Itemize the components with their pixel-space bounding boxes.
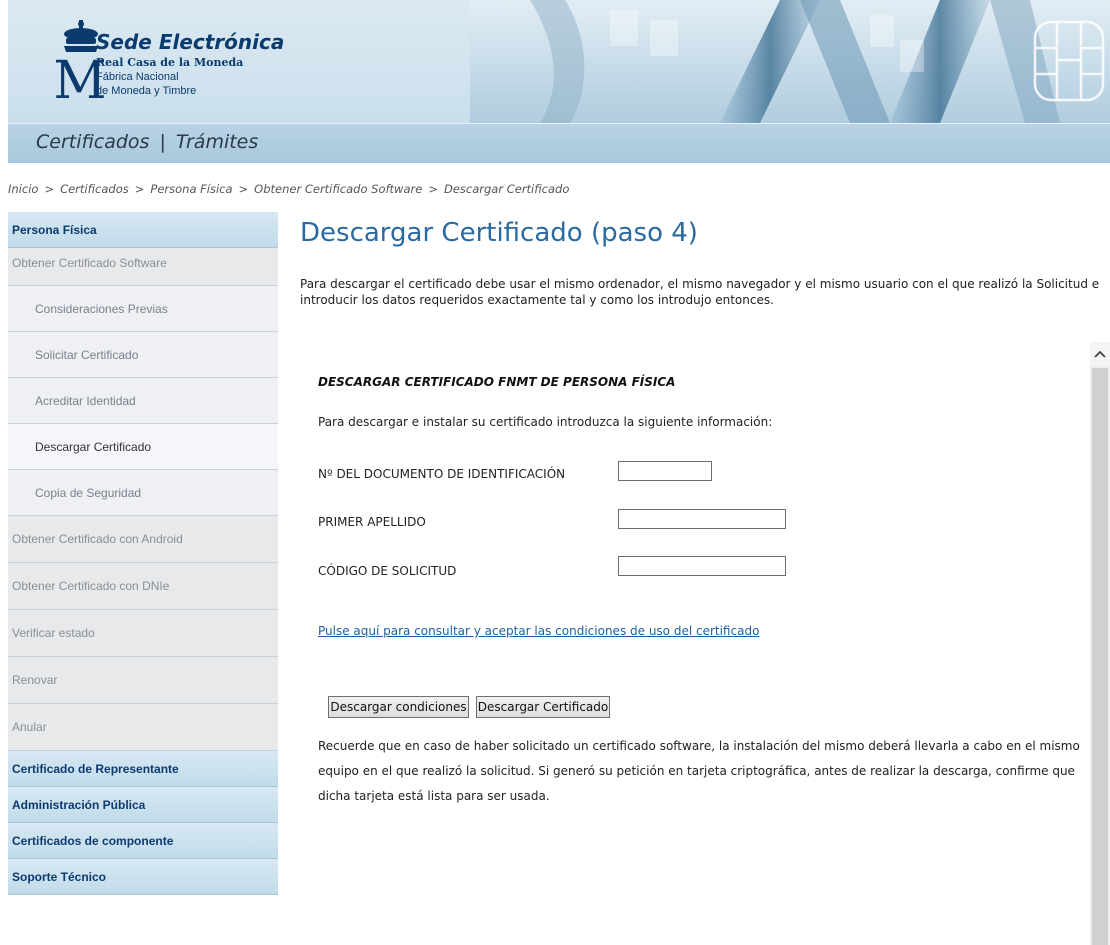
crown-icon [64,20,98,52]
form-heading: DESCARGAR CERTIFICADO FNMT DE PERSONA FÍ… [318,375,676,389]
sidebar-item-obtener-software[interactable]: Obtener Certificado Software [8,248,278,286]
sidebar-item-solicitar-certificado[interactable]: Solicitar Certificado [8,332,278,378]
breadcrumb-item-certificados[interactable]: Certificados [60,182,129,196]
brand-subtitle-2: Fábrica Nacional [96,71,179,83]
breadcrumb-separator: > [44,182,55,196]
scroll-thumb[interactable] [1092,368,1108,945]
intro-text: Para descargar el certificado debe usar … [300,277,1100,307]
brand-subtitle-3: de Moneda y Timbre [96,85,197,97]
request-code-label: CÓDIGO DE SOLICITUD [318,564,457,578]
breadcrumb-separator: > [238,182,249,196]
sidebar-nav: Persona Física Obtener Certificado Softw… [8,212,278,895]
first-surname-label: PRIMER APELLIDO [318,515,426,529]
conditions-link[interactable]: Pulse aquí para consultar y aceptar las … [318,624,759,638]
nav-certificados-link[interactable]: Certificados [36,131,149,153]
sidebar-item-persona-fisica[interactable]: Persona Física [8,212,278,248]
sidebar-item-soporte-tecnico[interactable]: Soporte Técnico [8,859,278,895]
chevron-up-icon [1094,350,1106,358]
installation-note: Recuerde que en caso de haber solicitado… [318,739,1080,803]
sidebar-item-certificado-representante[interactable]: Certificado de Representante [8,751,278,787]
sidebar-item-renovar[interactable]: Renovar [8,657,278,704]
sidebar-item-verificar-estado[interactable]: Verificar estado [8,610,278,657]
sidebar-item-obtener-android[interactable]: Obtener Certificado con Android [8,516,278,563]
sidebar-item-certificados-componente[interactable]: Certificados de componente [8,823,278,859]
breadcrumb-separator: > [134,182,145,196]
page-title: Descargar Certificado (paso 4) [300,218,698,248]
sidebar-item-obtener-dnie[interactable]: Obtener Certificado con DNIe [8,563,278,610]
breadcrumb-separator: > [428,182,438,196]
sidebar-item-copia-seguridad[interactable]: Copia de Seguridad [8,470,278,516]
sidebar-item-acreditar-identidad[interactable]: Acreditar Identidad [8,378,278,424]
sidebar-item-anular[interactable]: Anular [8,704,278,751]
nav-tramites-link[interactable]: Trámites [176,131,258,153]
first-surname-input[interactable] [618,509,786,529]
header-nav: Certificados | Trámites [8,123,1110,163]
scroll-up-button[interactable] [1090,342,1110,366]
document-number-input[interactable] [618,461,712,481]
breadcrumb-item-inicio[interactable]: Inicio [8,182,38,196]
brand-subtitle: Real Casa de la Moneda [96,56,244,69]
form-scrollbar[interactable] [1090,342,1110,945]
breadcrumb-item-current: Descargar Certificado [443,182,570,196]
sidebar-item-consideraciones-previas[interactable]: Consideraciones Previas [8,286,278,332]
site-header: M Sede Electrónica Real Casa de la Moned… [8,0,1110,163]
sidebar-item-administracion-publica[interactable]: Administración Pública [8,787,278,823]
request-code-input[interactable] [618,556,786,576]
header-decorative-art [470,0,1110,123]
download-conditions-button[interactable]: Descargar condiciones [328,696,469,718]
breadcrumb-item-obtener-software[interactable]: Obtener Certificado Software [254,182,422,196]
download-form-panel: DESCARGAR CERTIFICADO FNMT DE PERSONA FÍ… [300,342,1110,945]
nav-separator: | [159,131,166,153]
document-number-label: Nº DEL DOCUMENTO DE IDENTIFICACIÓN [318,467,566,481]
breadcrumb: Inicio > Certificados > Persona Física > Obten… [8,182,569,196]
sidebar-item-descargar-certificado[interactable]: Descargar Certificado [8,424,278,470]
download-certificate-button[interactable]: Descargar Certificado [476,696,610,718]
breadcrumb-item-persona-fisica[interactable]: Persona Física [150,182,232,196]
form-instructions: Para descargar e instalar su certificado… [318,415,773,429]
brand-title: Sede Electrónica [96,30,285,54]
